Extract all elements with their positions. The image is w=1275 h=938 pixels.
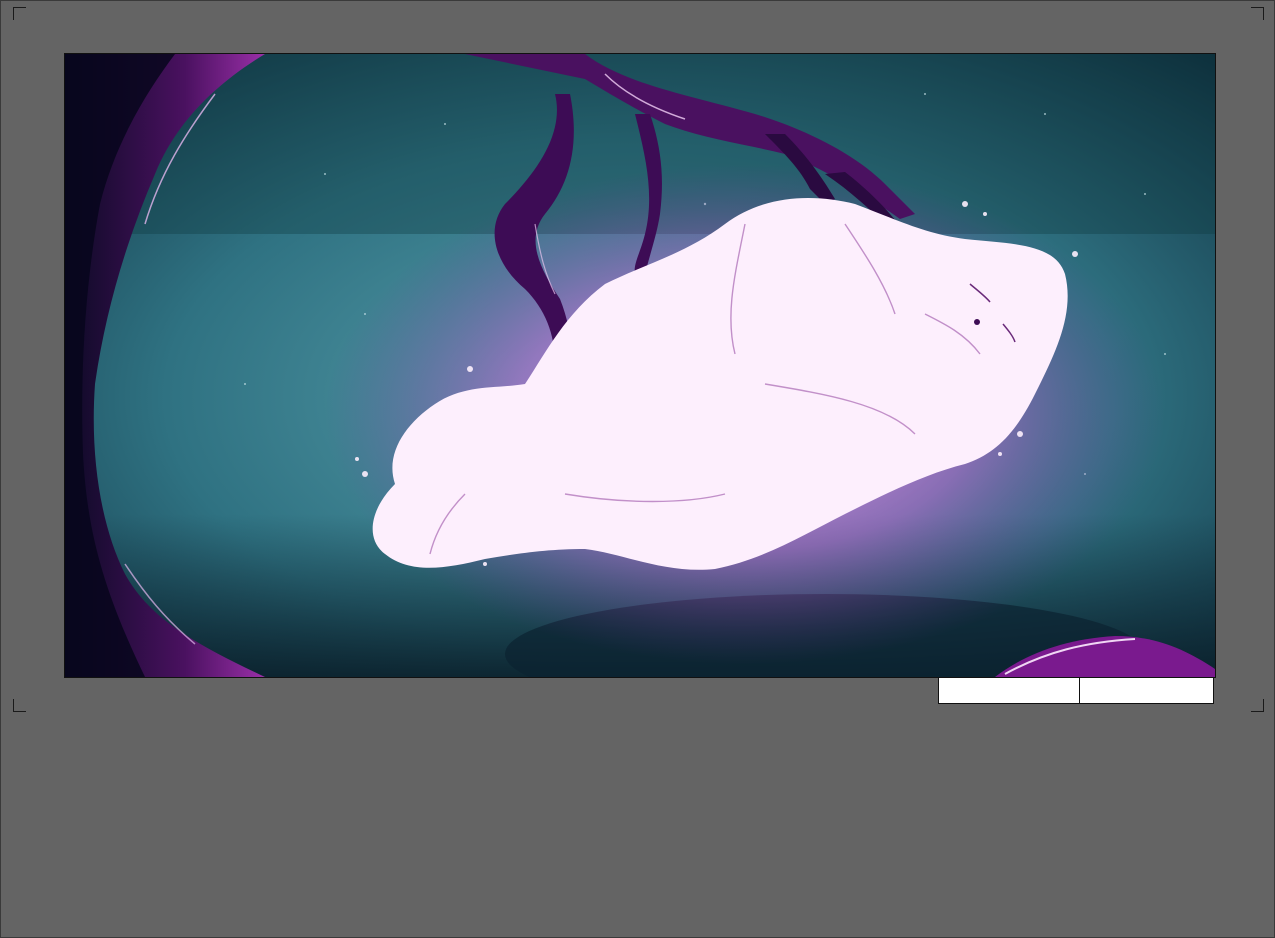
crop-mark-top-left [13,7,26,20]
storyboard-panel[interactable] [64,53,1216,678]
panel-illustration [65,54,1215,677]
caption-fields [938,677,1214,704]
storyboard-canvas [0,0,1275,938]
crop-mark-bottom-right [1251,699,1264,712]
shot-number-field[interactable] [938,677,1080,704]
crop-mark-top-right [1251,7,1264,20]
crop-mark-bottom-left [13,699,26,712]
duration-field[interactable] [1080,677,1214,704]
